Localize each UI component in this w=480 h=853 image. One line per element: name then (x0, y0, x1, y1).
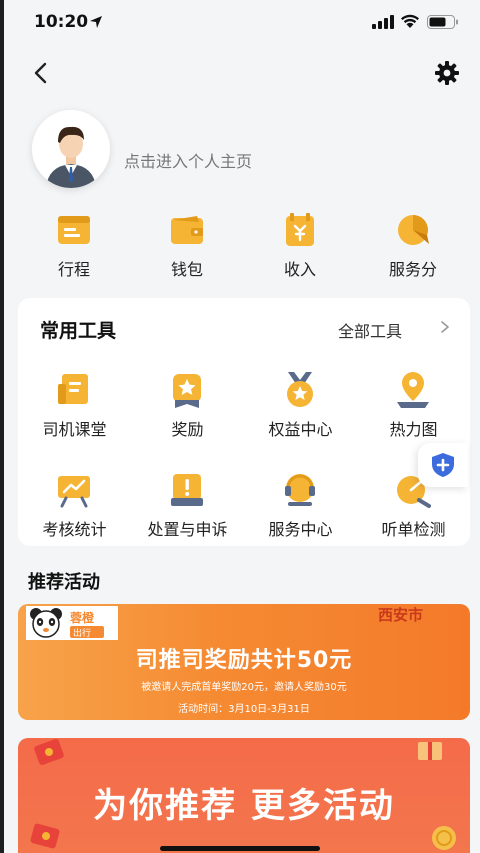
quick-item-label: 行程 (57, 260, 90, 279)
wifi-icon (401, 14, 419, 28)
tool-label: 权益中心 (268, 420, 333, 439)
battery-icon (427, 15, 458, 29)
svg-text:蓉橙: 蓉橙 (70, 610, 95, 625)
person-avatar-icon (32, 110, 110, 188)
tools-title: 常用工具 (40, 320, 117, 342)
location-arrow-icon (90, 16, 102, 28)
all-tools-link[interactable]: 全部工具 (338, 318, 402, 342)
svg-text:出行: 出行 (73, 627, 91, 639)
tool-benefits[interactable]: 权益中心 (244, 370, 357, 450)
home-indicator (160, 846, 320, 851)
back-chevron-icon[interactable] (26, 58, 56, 88)
service-score-icon (398, 215, 429, 245)
quick-item-label: 钱包 (170, 260, 203, 279)
shield-plus-icon (432, 453, 454, 477)
driver-class-icon (58, 374, 88, 404)
more-activities-banner[interactable]: 为你推荐 更多活动 (18, 738, 470, 853)
appeal-icon (171, 474, 203, 506)
tool-label: 处置与申诉 (147, 520, 228, 539)
referral-reward-banner[interactable]: 蓉橙 出行 西安市 司推司奖励共计50元 被邀请人完成首单奖励20元，邀请人奖励… (18, 604, 470, 720)
banner-headline: 为你推荐 更多活动 (93, 786, 395, 826)
gift-deco-icon (418, 742, 442, 760)
heatmap-icon (397, 372, 429, 408)
quick-item-label: 服务分 (388, 260, 437, 279)
screen-edge (0, 0, 4, 853)
recommend-section-title: 推荐活动 (28, 572, 100, 593)
tool-label: 司机课堂 (42, 420, 107, 439)
status-bar: 10:20 (0, 0, 480, 44)
banner-city: 西安市 (378, 606, 424, 624)
tool-appeal[interactable]: 处置与申诉 (131, 470, 244, 550)
quick-item-trip[interactable]: 行程 (24, 206, 124, 282)
quick-item-wallet[interactable]: 钱包 (137, 206, 237, 282)
gear-icon[interactable] (433, 59, 461, 87)
banner-headline: 司推司奖励共计50元 (135, 648, 353, 673)
tool-service-center[interactable]: 服务中心 (244, 470, 357, 550)
trip-icon (58, 216, 90, 244)
assessment-icon (58, 476, 90, 508)
status-time: 10:20 (34, 12, 89, 32)
wallet-icon (171, 216, 203, 244)
tool-label: 热力图 (389, 420, 438, 439)
cellular-signal-icon (372, 15, 394, 29)
income-icon (286, 213, 314, 246)
chevron-right-icon[interactable] (438, 320, 452, 334)
banner-subline: 被邀请人完成首单奖励20元，邀请人奖励30元 (141, 682, 347, 693)
profile-home-link[interactable]: 点击进入个人主页 (124, 148, 252, 172)
tool-label: 考核统计 (42, 520, 107, 539)
reward-icon (173, 374, 201, 408)
brand-logo: 蓉橙 出行 (26, 606, 118, 640)
tool-label: 服务中心 (268, 520, 333, 539)
quick-item-label: 收入 (283, 260, 316, 279)
quick-item-income[interactable]: 收入 (250, 206, 350, 282)
quick-item-service-score[interactable]: 服务分 (363, 206, 463, 282)
tool-reward[interactable]: 奖励 (131, 370, 244, 450)
tool-heatmap[interactable]: 热力图 (357, 370, 470, 450)
tool-label: 奖励 (171, 420, 204, 439)
tool-assessment[interactable]: 考核统计 (18, 470, 131, 550)
tool-driver-class[interactable]: 司机课堂 (18, 370, 131, 450)
benefits-icon (287, 372, 313, 407)
common-tools-card: 常用工具 全部工具 司机课堂 奖励 权益中心 热力图 考核统计 处置与申诉 服务… (18, 298, 470, 546)
tool-label: 听单检测 (381, 520, 446, 539)
banner-date: 活动时间：3月10日-3月31日 (178, 704, 310, 715)
safety-shield-button[interactable] (418, 443, 468, 487)
service-center-icon (285, 474, 315, 506)
avatar[interactable] (32, 110, 110, 188)
red-envelope-icon (34, 739, 64, 765)
